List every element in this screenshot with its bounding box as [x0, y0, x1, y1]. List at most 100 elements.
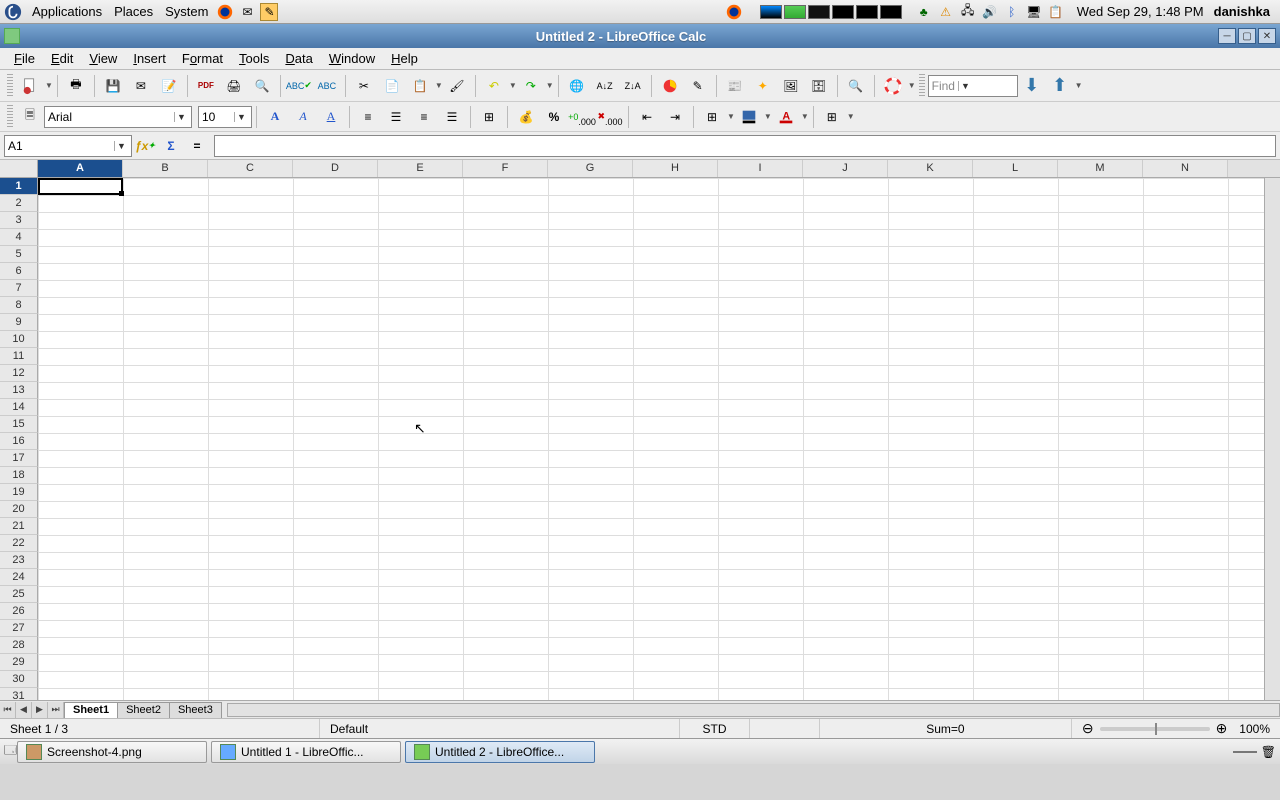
- sort-desc-button[interactable]: Z↓A: [620, 73, 646, 99]
- remove-decimal-button[interactable]: ✖.000: [597, 104, 623, 130]
- menu-view[interactable]: View: [81, 49, 125, 68]
- row-header[interactable]: 24: [0, 569, 38, 586]
- mail-icon[interactable]: ✉: [238, 3, 256, 21]
- auto-spellcheck-button[interactable]: ABC: [314, 73, 340, 99]
- row-header[interactable]: 27: [0, 620, 38, 637]
- align-left-button[interactable]: ≡: [355, 104, 381, 130]
- show-desktop-icon[interactable]: 🗔: [4, 741, 17, 762]
- system-monitor-mem-icon[interactable]: [784, 5, 806, 19]
- gnome-menu-places[interactable]: Places: [108, 4, 159, 19]
- col-header-I[interactable]: I: [718, 160, 803, 177]
- find-next-button[interactable]: ⬇: [1019, 73, 1045, 99]
- menu-edit[interactable]: Edit: [43, 49, 81, 68]
- styles-button[interactable]: 🗏: [17, 104, 43, 130]
- gallery-button[interactable]: 🖼: [778, 73, 804, 99]
- col-header-E[interactable]: E: [378, 160, 463, 177]
- currency-button[interactable]: 💰: [513, 104, 539, 130]
- toolbar-grip[interactable]: [7, 74, 13, 98]
- gnome-menu-system[interactable]: System: [159, 4, 214, 19]
- zoom-value[interactable]: 100%: [1239, 722, 1270, 736]
- system-monitor-swap-icon[interactable]: [832, 5, 854, 19]
- system-monitor-cpu-icon[interactable]: [760, 5, 782, 19]
- add-decimal-button[interactable]: +0.000: [569, 104, 595, 130]
- col-header-A[interactable]: A: [38, 160, 123, 177]
- function-wizard-button[interactable]: ƒx✦: [134, 135, 156, 157]
- taskbar-item-screenshot[interactable]: Screenshot-4.png: [17, 741, 207, 763]
- sheet-tab-1[interactable]: Sheet1: [64, 702, 118, 718]
- row-header[interactable]: 15: [0, 416, 38, 433]
- row-header[interactable]: 14: [0, 399, 38, 416]
- hyperlink-button[interactable]: 🌐: [564, 73, 590, 99]
- font-color-button[interactable]: A: [773, 104, 799, 130]
- underline-button[interactable]: A: [318, 104, 344, 130]
- redo-button[interactable]: ↷: [518, 73, 544, 99]
- row-header[interactable]: 16: [0, 433, 38, 450]
- row-header[interactable]: 8: [0, 297, 38, 314]
- decrease-indent-button[interactable]: ⇤: [634, 104, 660, 130]
- tab-nav-first[interactable]: ⏮: [0, 702, 16, 718]
- user-menu[interactable]: danishka: [1214, 4, 1276, 19]
- select-all-corner[interactable]: [0, 160, 38, 177]
- row-header[interactable]: 11: [0, 348, 38, 365]
- sum-button[interactable]: Σ: [160, 135, 182, 157]
- merge-cells-button[interactable]: ⊞: [476, 104, 502, 130]
- tab-nav-last[interactable]: ⏭: [48, 702, 64, 718]
- row-header[interactable]: 22: [0, 535, 38, 552]
- cell-grid[interactable]: [38, 178, 1264, 700]
- row-header[interactable]: 31: [0, 688, 38, 700]
- system-monitor-disk-icon[interactable]: [856, 5, 878, 19]
- formula-input[interactable]: [214, 135, 1276, 157]
- firefox-icon[interactable]: [216, 3, 234, 21]
- print-preview-button[interactable]: 🔍: [249, 73, 275, 99]
- firefox-icon-2[interactable]: [725, 3, 743, 21]
- font-name-combo[interactable]: Arial▼: [44, 106, 192, 128]
- minimize-button[interactable]: ─: [1218, 28, 1236, 44]
- col-header-F[interactable]: F: [463, 160, 548, 177]
- chart-button[interactable]: [657, 73, 683, 99]
- zoom-out-button[interactable]: ⊖: [1082, 720, 1094, 737]
- workspace-switcher-icon[interactable]: [1233, 751, 1257, 753]
- col-header-C[interactable]: C: [208, 160, 293, 177]
- toolbar-grip-3[interactable]: [7, 105, 13, 129]
- print-direct-button[interactable]: 🖨: [221, 73, 247, 99]
- vertical-scrollbar[interactable]: [1264, 178, 1280, 700]
- menu-help[interactable]: Help: [383, 49, 426, 68]
- row-header[interactable]: 13: [0, 382, 38, 399]
- bold-button[interactable]: A: [262, 104, 288, 130]
- zoom-in-button[interactable]: ⊕: [1216, 720, 1228, 737]
- italic-button[interactable]: A: [290, 104, 316, 130]
- gnome-menu-applications[interactable]: Applications: [26, 4, 108, 19]
- align-right-button[interactable]: ≡: [411, 104, 437, 130]
- align-center-button[interactable]: ☰: [383, 104, 409, 130]
- row-header[interactable]: 18: [0, 467, 38, 484]
- email-button[interactable]: ✉: [128, 73, 154, 99]
- bg-color-button[interactable]: [736, 104, 762, 130]
- warning-icon[interactable]: ⚠: [937, 3, 955, 21]
- percent-button[interactable]: %: [541, 104, 567, 130]
- tab-nav-next[interactable]: ▶: [32, 702, 48, 718]
- row-header[interactable]: 2: [0, 195, 38, 212]
- zoom-slider[interactable]: [1100, 727, 1210, 731]
- status-mode[interactable]: STD: [680, 719, 750, 738]
- function-button[interactable]: =: [186, 135, 208, 157]
- tab-nav-prev[interactable]: ◀: [16, 702, 32, 718]
- bluetooth-icon[interactable]: ᛒ: [1003, 3, 1021, 21]
- col-header-N[interactable]: N: [1143, 160, 1228, 177]
- col-header-G[interactable]: G: [548, 160, 633, 177]
- gridlines-button[interactable]: ⊞: [819, 104, 845, 130]
- paste-button[interactable]: 📋: [407, 73, 433, 99]
- col-header-D[interactable]: D: [293, 160, 378, 177]
- horizontal-scrollbar[interactable]: [227, 703, 1280, 717]
- menu-data[interactable]: Data: [277, 49, 320, 68]
- row-header-1[interactable]: 1: [0, 178, 38, 195]
- row-header[interactable]: 7: [0, 280, 38, 297]
- menu-insert[interactable]: Insert: [125, 49, 174, 68]
- edit-doc-button[interactable]: 📝: [156, 73, 182, 99]
- row-header[interactable]: 26: [0, 603, 38, 620]
- copy-button[interactable]: 📄: [379, 73, 405, 99]
- col-header-B[interactable]: B: [123, 160, 208, 177]
- menu-tools[interactable]: Tools: [231, 49, 277, 68]
- network-status-icon[interactable]: 🖥: [1025, 3, 1043, 21]
- window-titlebar[interactable]: Untitled 2 - LibreOffice Calc ─ ▢ ✕: [0, 24, 1280, 48]
- tree-indicator-icon[interactable]: ♣: [915, 3, 933, 21]
